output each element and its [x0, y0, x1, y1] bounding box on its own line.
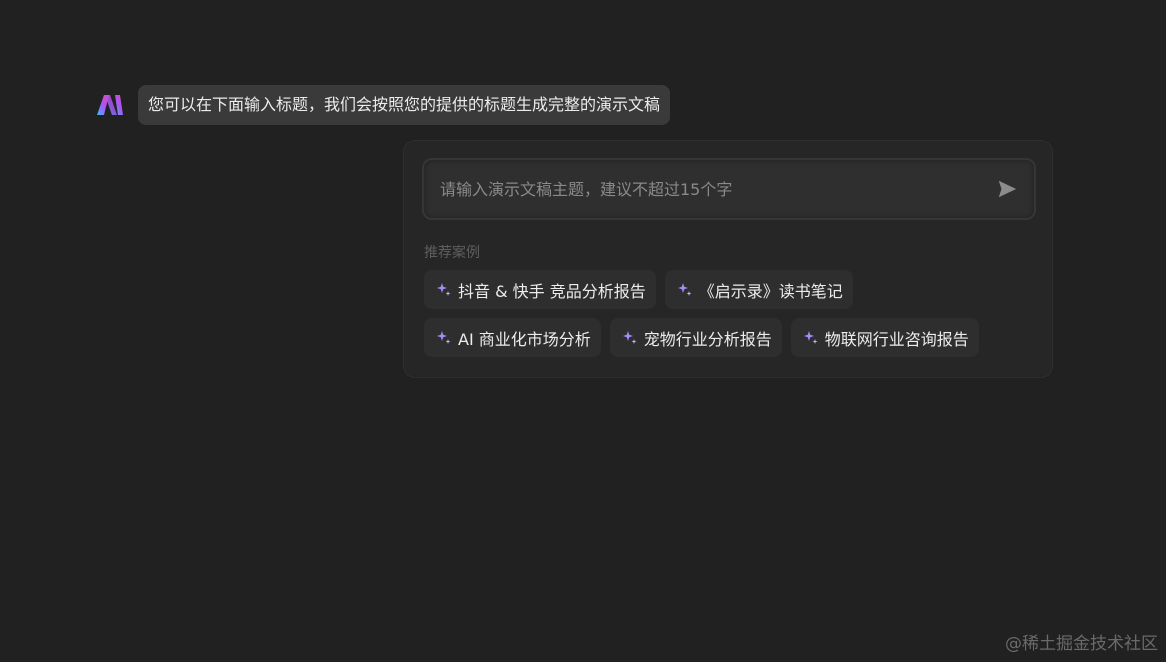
send-arrow-icon [998, 180, 1017, 198]
prompt-card: 推荐案例 抖音 & 快手 竞品分析报告 《启示录》读书笔记 [403, 140, 1053, 378]
gradient-n-logo-icon [96, 93, 124, 117]
example-chip[interactable]: 物联网行业咨询报告 [790, 318, 979, 357]
example-row: 抖音 & 快手 竞品分析报告 《启示录》读书笔记 [424, 270, 1034, 309]
example-chip-label: 物联网行业咨询报告 [824, 329, 969, 349]
example-row: AI 商业化市场分析 宠物行业分析报告 物联网行业咨询报告 [424, 318, 1034, 357]
example-chip-label: 宠物行业分析报告 [643, 329, 772, 349]
example-chips: 抖音 & 快手 竞品分析报告 《启示录》读书笔记 AI 商业化市场分析 宠物行业… [424, 270, 1034, 366]
sparkle-icon [677, 282, 693, 298]
examples-section-label: 推荐案例 [424, 245, 480, 261]
topic-input[interactable] [440, 160, 980, 218]
send-button[interactable] [994, 176, 1020, 202]
example-chip[interactable]: 抖音 & 快手 竞品分析报告 [424, 270, 656, 309]
assistant-message-row: 您可以在下面输入标题，我们会按照您的提供的标题生成完整的演示文稿 [96, 85, 671, 125]
assistant-message-bubble: 您可以在下面输入标题，我们会按照您的提供的标题生成完整的演示文稿 [138, 85, 671, 125]
sparkle-icon [803, 330, 819, 346]
example-chip[interactable]: AI 商业化市场分析 [424, 318, 601, 357]
sparkle-icon [622, 330, 638, 346]
watermark: @稀土掘金技术社区 [1005, 634, 1158, 654]
page: 您可以在下面输入标题，我们会按照您的提供的标题生成完整的演示文稿 推荐案例 抖音… [0, 0, 1166, 662]
example-chip-label: AI 商业化市场分析 [458, 329, 591, 349]
example-chip-label: 抖音 & 快手 竞品分析报告 [458, 281, 646, 301]
example-chip[interactable]: 宠物行业分析报告 [609, 318, 782, 357]
example-chip-label: 《启示录》读书笔记 [698, 281, 843, 301]
sparkle-icon [436, 330, 452, 346]
topic-input-box [422, 158, 1036, 220]
example-chip[interactable]: 《启示录》读书笔记 [664, 270, 853, 309]
sparkle-icon [436, 282, 452, 298]
